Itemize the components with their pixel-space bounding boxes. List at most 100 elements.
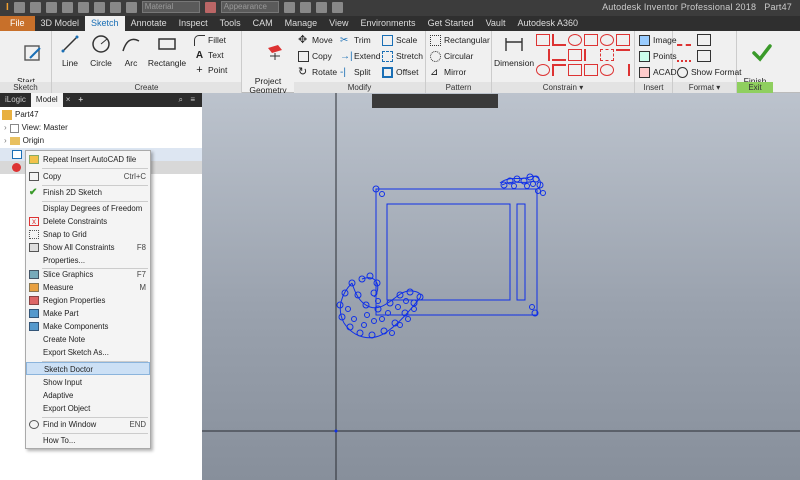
tree-item-view[interactable]: › View: Master <box>4 122 68 134</box>
menu-item-repeat-insert[interactable]: Repeat Insert AutoCAD file <box>26 153 150 166</box>
appearance-dropdown[interactable]: Appearance <box>220 1 279 13</box>
constraint-icon[interactable] <box>552 64 566 76</box>
fillet-button[interactable]: Fillet <box>194 33 226 47</box>
tree-item-part[interactable]: Part47 <box>2 109 39 121</box>
menu-item-sketch-doctor[interactable]: Sketch Doctor <box>26 362 150 375</box>
constraint-icon[interactable] <box>584 64 598 76</box>
copy-button[interactable]: Copy <box>298 49 332 63</box>
tab-view[interactable]: View <box>323 16 354 31</box>
point-button[interactable]: + Point <box>194 63 227 77</box>
rectangular-pattern-button[interactable]: Rectangular <box>430 33 490 47</box>
menu-item-show-all-constraints[interactable]: Show All Constraints F8 <box>26 241 150 254</box>
tab-3d-model[interactable]: 3D Model <box>35 16 86 31</box>
new-icon[interactable] <box>13 1 25 13</box>
graphics-window[interactable] <box>202 93 800 480</box>
menu-item-make-components[interactable]: Make Components <box>26 320 150 333</box>
constraint-icon[interactable] <box>616 64 630 76</box>
circle-button[interactable]: Circle <box>86 33 116 68</box>
constraint-icon[interactable] <box>600 64 614 76</box>
acad-button[interactable]: ACAD <box>639 65 677 79</box>
menu-item-measure[interactable]: Measure M <box>26 281 150 294</box>
constrain-panel-label[interactable]: Constrain ▾ <box>492 82 634 93</box>
redo-icon[interactable] <box>77 1 89 13</box>
scale-button[interactable]: Scale <box>382 33 417 47</box>
arc-button[interactable]: Arc <box>118 33 144 68</box>
menu-item-properties[interactable]: Properties... <box>26 254 150 267</box>
menu-item-finish-sketch[interactable]: ✔ Finish 2D Sketch <box>26 186 150 199</box>
tab-model[interactable]: Model <box>30 93 63 107</box>
constraint-icon[interactable] <box>568 49 582 61</box>
clear-icon[interactable] <box>299 1 311 13</box>
line-button[interactable]: Line <box>56 33 84 68</box>
update-icon[interactable] <box>125 1 137 13</box>
constraint-icon[interactable] <box>536 49 550 61</box>
construction-icon[interactable] <box>677 34 691 46</box>
tab-annotate[interactable]: Annotate <box>125 16 173 31</box>
save-icon[interactable] <box>45 1 57 13</box>
tab-inspect[interactable]: Inspect <box>173 16 214 31</box>
constraint-icon[interactable] <box>536 64 550 76</box>
rectangle-button[interactable]: Rectangle <box>146 33 188 68</box>
menu-item-create-note[interactable]: Create Note <box>26 333 150 346</box>
stretch-button[interactable]: Stretch <box>382 49 423 63</box>
menu-item-copy[interactable]: Copy Ctrl+C <box>26 170 150 183</box>
menu-item-export-object[interactable]: Export Object <box>26 402 150 415</box>
menu-item-export-sketch[interactable]: Export Sketch As... <box>26 346 150 359</box>
extend-button[interactable]: →| Extend <box>340 49 380 63</box>
image-button[interactable]: Image <box>639 33 677 47</box>
tab-sketch[interactable]: Sketch <box>85 16 125 31</box>
app-logo-icon[interactable]: I <box>6 2 9 13</box>
trim-button[interactable]: ✂ Trim <box>340 33 371 47</box>
menu-item-find-in-window[interactable]: Find in Window END <box>26 418 150 431</box>
tab-manage[interactable]: Manage <box>279 16 324 31</box>
driven-dimension-icon[interactable] <box>697 50 711 62</box>
format-panel-label[interactable]: Format ▾ <box>673 82 736 93</box>
split-button[interactable]: -| Split <box>340 65 371 79</box>
constraint-icon[interactable] <box>616 34 630 46</box>
material-dropdown[interactable]: Material <box>141 1 200 13</box>
tab-tools[interactable]: Tools <box>214 16 247 31</box>
sketch-curves[interactable] <box>336 173 546 339</box>
menu-item-region-properties[interactable]: Region Properties <box>26 294 150 307</box>
dimension-button[interactable]: Dimension <box>494 33 534 68</box>
home-icon[interactable] <box>93 1 105 13</box>
adjust-icon[interactable] <box>283 1 295 13</box>
menu-item-slice-graphics[interactable]: Slice Graphics F7 <box>26 268 150 281</box>
points-button[interactable]: Points <box>639 49 677 63</box>
tab-get-started[interactable]: Get Started <box>422 16 480 31</box>
constraint-icon[interactable] <box>552 49 566 61</box>
show-format-button[interactable]: Show Format <box>677 65 742 79</box>
fx-icon[interactable] <box>315 1 327 13</box>
expand-icon[interactable]: › <box>4 135 7 147</box>
menu-item-how-to[interactable]: How To... <box>26 434 150 447</box>
origin-point[interactable] <box>334 429 338 433</box>
tree-item-origin[interactable]: › Origin <box>4 135 44 147</box>
constraint-icon[interactable] <box>552 34 566 46</box>
circular-pattern-button[interactable]: Circular <box>430 49 473 63</box>
mirror-button[interactable]: ⊿ Mirror <box>430 65 466 79</box>
constraint-icon[interactable] <box>568 34 582 46</box>
print-icon[interactable] <box>109 1 121 13</box>
constraint-icon[interactable] <box>536 34 550 46</box>
text-button[interactable]: A Text <box>194 48 224 62</box>
menu-icon[interactable]: ≡ <box>185 93 200 107</box>
constraint-icon[interactable] <box>584 49 598 61</box>
tab-vault[interactable]: Vault <box>480 16 512 31</box>
rotate-button[interactable]: ↻ Rotate <box>298 65 337 79</box>
tab-a360[interactable]: Autodesk A360 <box>511 16 584 31</box>
tab-cam[interactable]: CAM <box>247 16 279 31</box>
pan-icon[interactable] <box>331 1 343 13</box>
menu-item-snap-to-grid[interactable]: Snap to Grid <box>26 228 150 241</box>
open-icon[interactable] <box>29 1 41 13</box>
menu-item-show-input[interactable]: Show Input <box>26 376 150 389</box>
add-tab-icon[interactable]: + <box>73 93 88 107</box>
constraint-icon[interactable] <box>568 64 582 76</box>
center-point-icon[interactable] <box>697 34 711 46</box>
tab-file[interactable]: File <box>0 16 35 31</box>
constraint-icon[interactable] <box>616 49 630 61</box>
constraint-icon[interactable] <box>600 34 614 46</box>
tab-environments[interactable]: Environments <box>355 16 422 31</box>
menu-item-adaptive[interactable]: Adaptive <box>26 389 150 402</box>
tab-ilogic[interactable]: iLogic <box>0 93 31 107</box>
move-button[interactable]: ✥ Move <box>298 33 333 47</box>
